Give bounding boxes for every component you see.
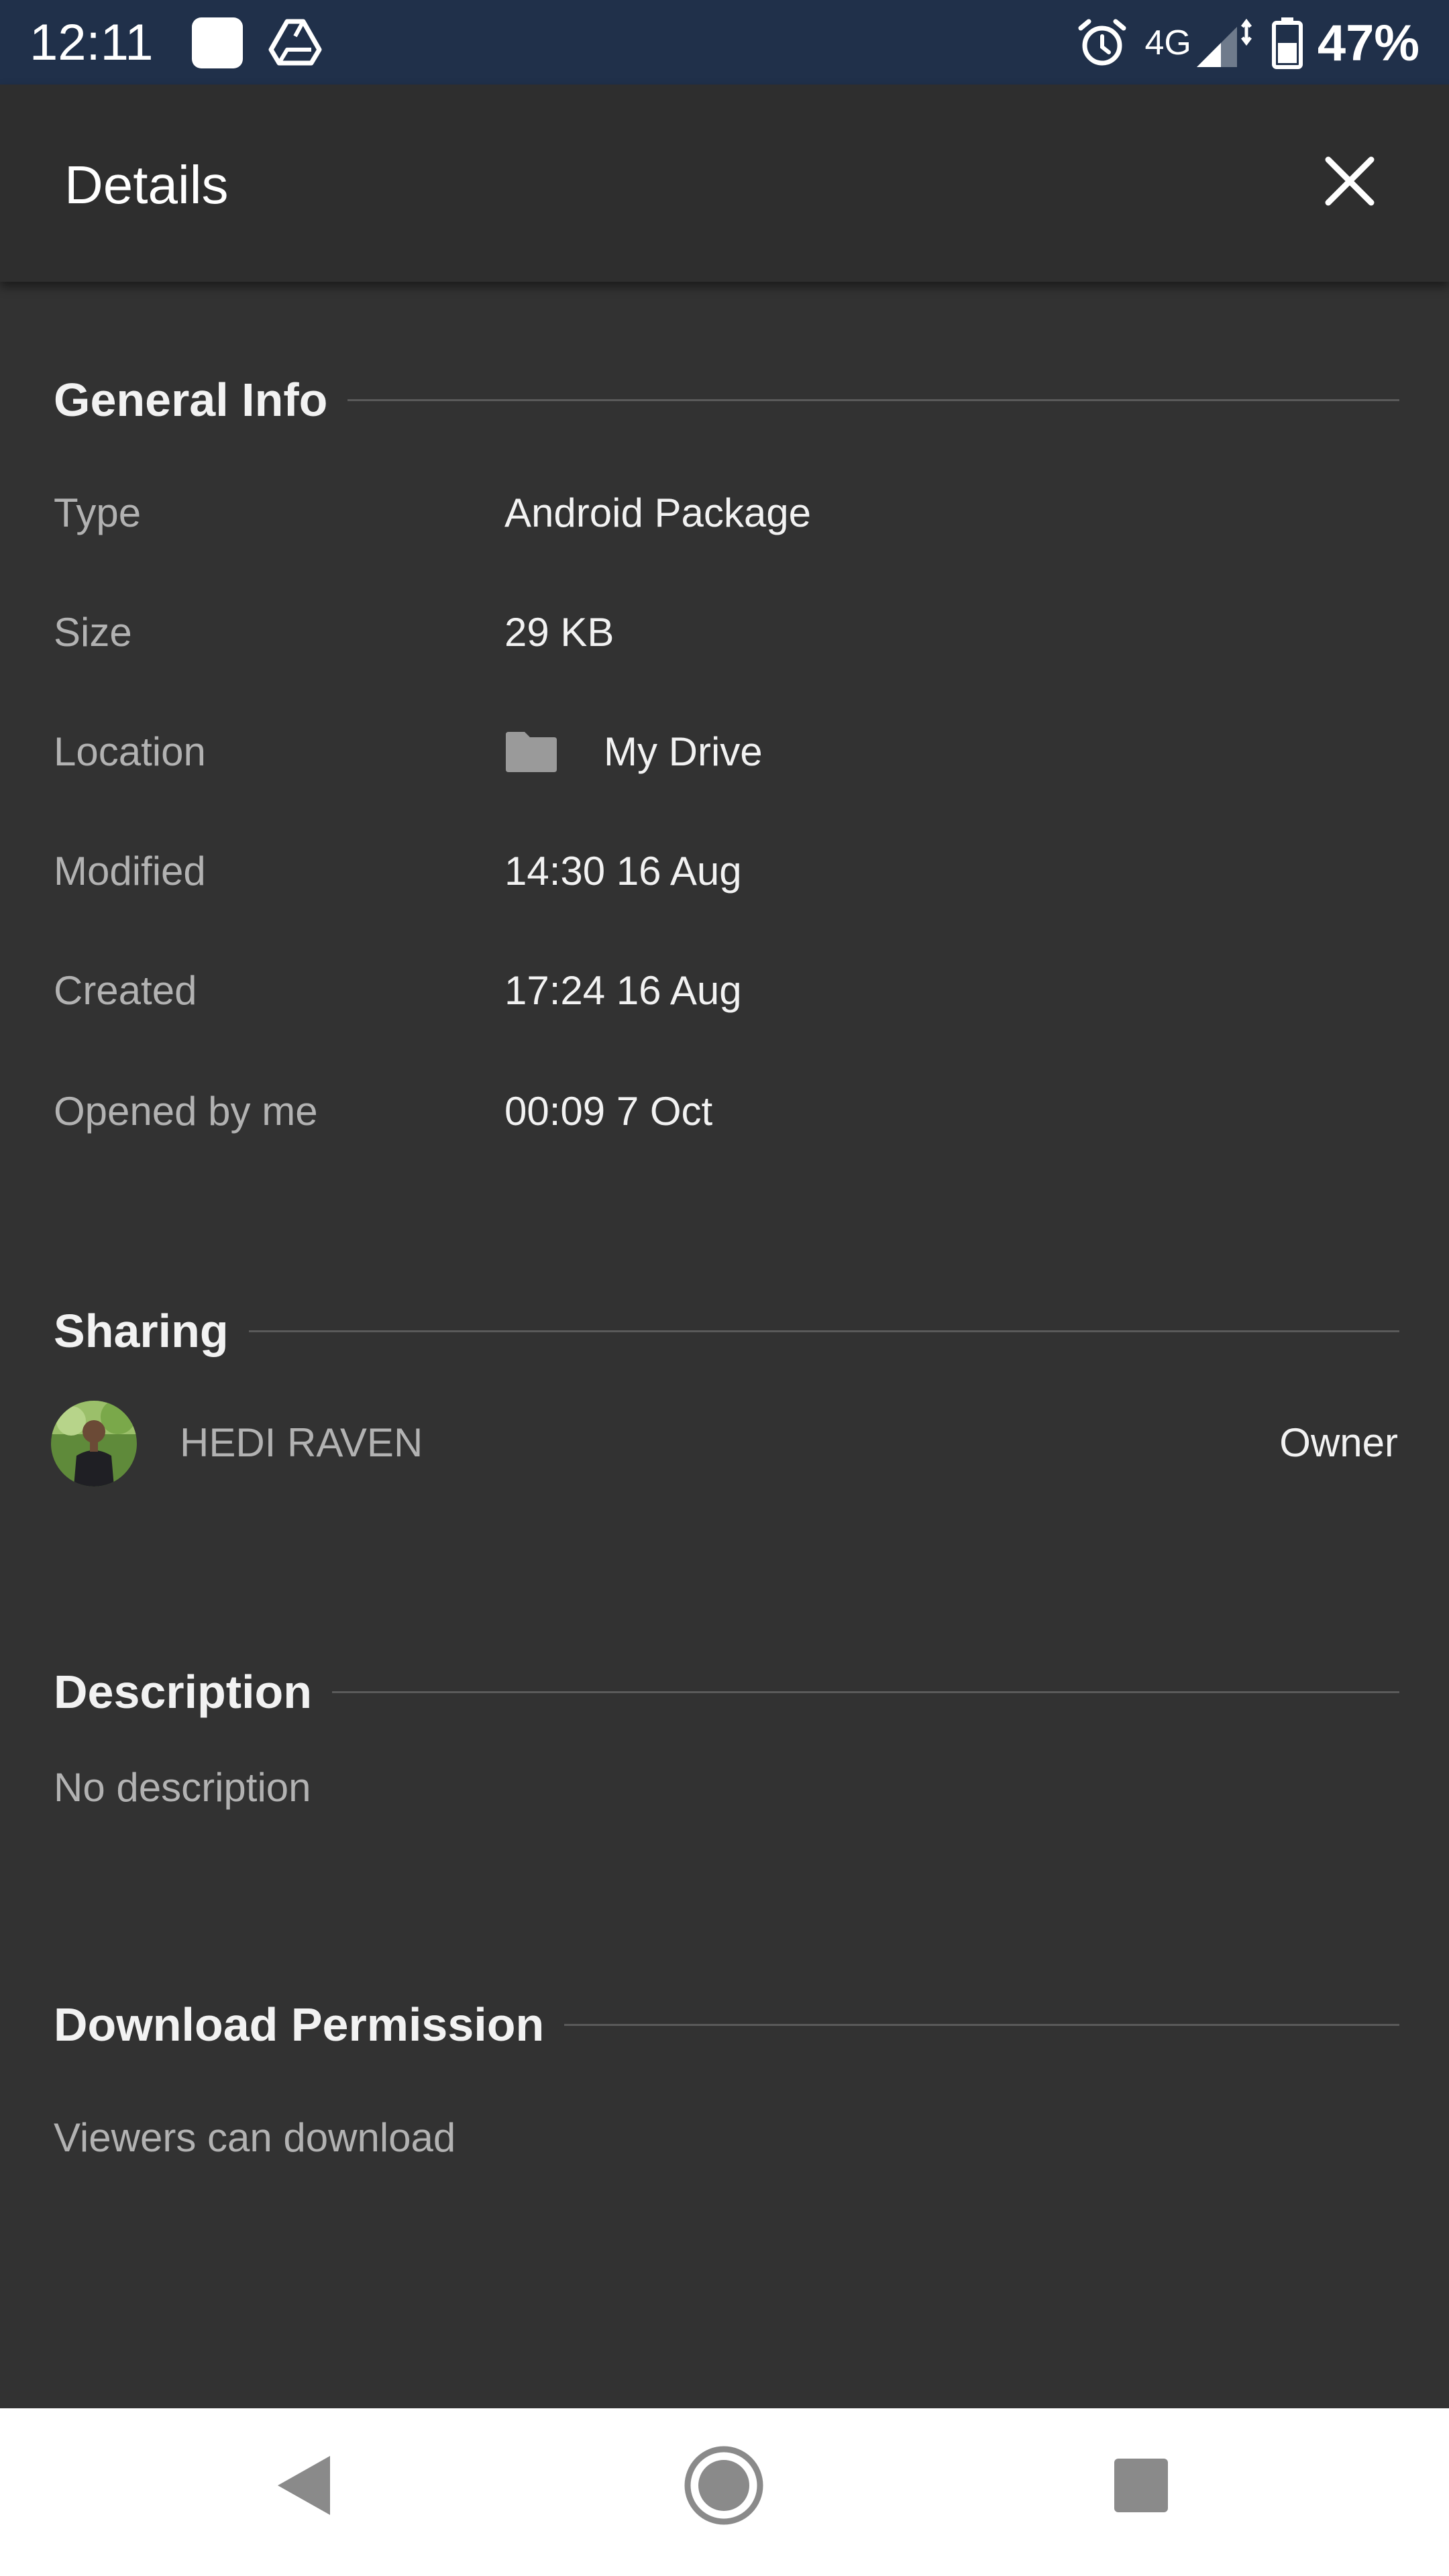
created-label: Created bbox=[54, 968, 197, 1013]
close-icon bbox=[1325, 156, 1375, 206]
general-info-title: General Info bbox=[54, 374, 328, 426]
app-notification-icon bbox=[192, 17, 243, 68]
close-button[interactable] bbox=[1318, 149, 1382, 213]
opened-by-me-label: Opened by me bbox=[54, 1089, 318, 1134]
drive-icon bbox=[268, 19, 322, 66]
avatar bbox=[51, 1401, 137, 1487]
divider bbox=[347, 398, 1399, 401]
back-icon bbox=[278, 2456, 330, 2515]
home-button[interactable] bbox=[674, 2435, 774, 2536]
location-value[interactable]: My Drive bbox=[504, 722, 763, 782]
created-value: 17:24 16 Aug bbox=[504, 968, 742, 1013]
home-icon bbox=[684, 2446, 763, 2525]
type-value: Android Package bbox=[504, 490, 811, 535]
description-header: Description bbox=[54, 1658, 1399, 1725]
status-time: 12:11 bbox=[30, 14, 154, 71]
status-bar: 12:11 4G 47% bbox=[0, 0, 1449, 85]
size-value: 29 KB bbox=[504, 610, 614, 655]
app-header: Details bbox=[0, 85, 1449, 282]
battery-icon bbox=[1271, 17, 1303, 69]
modified-value: 14:30 16 Aug bbox=[504, 849, 742, 894]
status-icons: 4G 47% bbox=[1077, 9, 1419, 76]
description-title: Description bbox=[54, 1666, 313, 1718]
back-button[interactable] bbox=[254, 2435, 354, 2536]
owner-role: Owner bbox=[1279, 1420, 1398, 1465]
sharing-header: Sharing bbox=[54, 1297, 1399, 1364]
recents-icon bbox=[1114, 2459, 1168, 2512]
divider bbox=[332, 1690, 1399, 1693]
divider bbox=[248, 1330, 1399, 1332]
size-label: Size bbox=[54, 610, 132, 655]
location-label: Location bbox=[54, 729, 206, 774]
network-type: 4G bbox=[1144, 23, 1191, 62]
alarm-icon bbox=[1078, 19, 1126, 66]
download-permission-text: Viewers can download bbox=[54, 2115, 456, 2160]
page-title: Details bbox=[64, 155, 229, 215]
general-info-header: General Info bbox=[54, 366, 1399, 433]
sharing-title: Sharing bbox=[54, 1305, 229, 1357]
battery-percentage: 47% bbox=[1317, 14, 1419, 72]
navigation-bar bbox=[0, 2408, 1449, 2576]
divider bbox=[564, 2023, 1399, 2026]
recents-button[interactable] bbox=[1091, 2435, 1191, 2536]
folder-icon bbox=[506, 732, 557, 772]
opened-by-me-value: 00:09 7 Oct bbox=[504, 1089, 713, 1134]
modified-label: Modified bbox=[54, 849, 206, 894]
download-permission-header: Download Permission bbox=[54, 1991, 1399, 2058]
owner-name: HEDI RAVEN bbox=[180, 1420, 423, 1465]
description-text: No description bbox=[54, 1765, 311, 1810]
signal-icon bbox=[1196, 18, 1252, 67]
location-text: My Drive bbox=[604, 729, 763, 774]
download-permission-title: Download Permission bbox=[54, 1998, 545, 2051]
type-label: Type bbox=[54, 490, 142, 535]
